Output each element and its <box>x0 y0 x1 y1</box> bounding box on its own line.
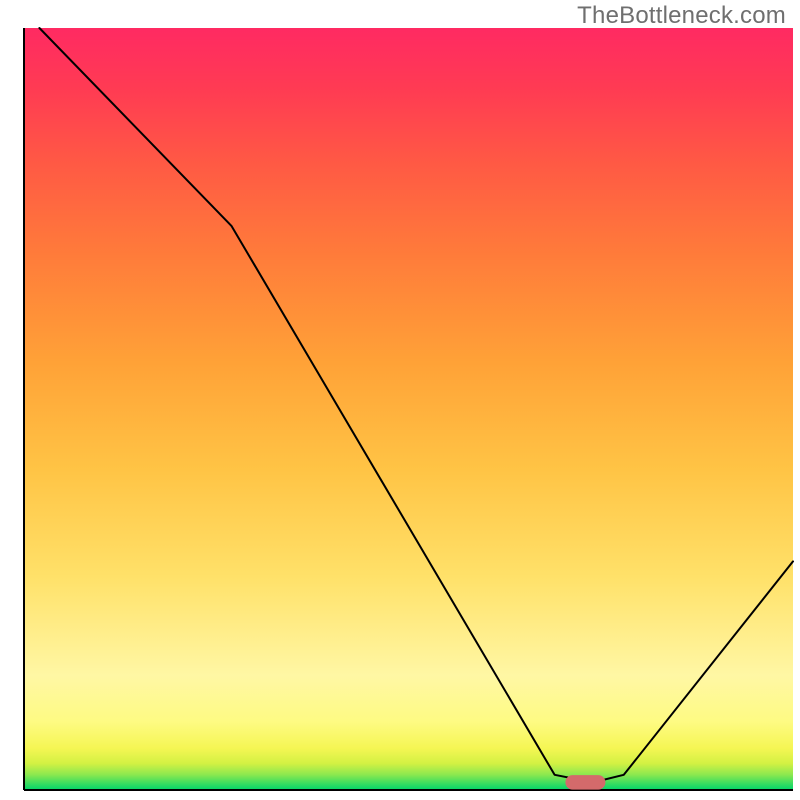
gradient-background <box>24 28 793 790</box>
watermark-label: TheBottleneck.com <box>577 2 786 30</box>
chart-container: TheBottleneck.com <box>0 0 800 800</box>
target-marker <box>565 775 605 790</box>
bottleneck-chart <box>0 0 800 800</box>
